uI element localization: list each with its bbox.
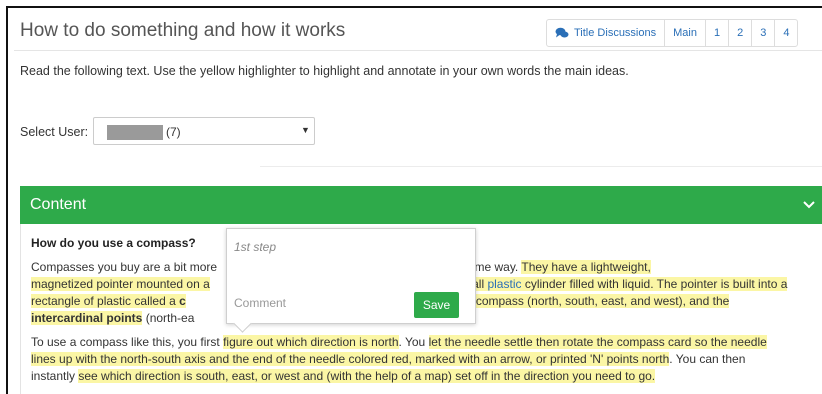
content-panel-header[interactable]: Content <box>20 186 822 224</box>
page-title: How to do something and how it works <box>20 20 346 41</box>
plastic-link[interactable]: plastic <box>487 277 522 291</box>
tab-page-4[interactable]: 4 <box>774 20 797 46</box>
redacted-username <box>107 125 163 140</box>
annotation-popup: 1st step Comment Save <box>226 228 476 333</box>
tab-main[interactable]: Main <box>664 20 705 46</box>
comment-input[interactable]: Comment <box>234 296 286 310</box>
p2-text-c: . You <box>398 335 429 349</box>
highlight-lightweight[interactable]: They have a lightweight, <box>521 260 651 274</box>
tab-page-2[interactable]: 2 <box>728 20 751 46</box>
highlight-figure-north[interactable]: figure out which direction is north <box>223 335 399 349</box>
highlight-intercardinal[interactable]: intercardinal points <box>31 311 143 325</box>
highlight-compass-card[interactable]: c <box>179 294 186 308</box>
paragraph-2: To use a compass like this, you first fi… <box>31 334 791 385</box>
dropdown-caret-icon: ▼ <box>301 125 310 135</box>
p2-text-a: To use a compass like this, you first <box>31 335 224 349</box>
select-user-count: (7) <box>166 125 181 139</box>
tab-bar: Title Discussions Main 1 2 3 4 <box>546 19 799 47</box>
select-user-dropdown[interactable]: (7) ▼ <box>93 117 315 145</box>
header-divider <box>14 50 822 51</box>
tab-page-3[interactable]: 3 <box>751 20 774 46</box>
content-panel-title: Content <box>30 196 87 213</box>
highlight-see-direction[interactable]: see which direction is south, east, or w… <box>78 369 656 383</box>
save-button[interactable]: Save <box>414 292 459 318</box>
tab-title-discussions-label: Title Discussions <box>574 27 657 39</box>
select-user-label: Select User: <box>20 125 89 139</box>
annotation-step-label: 1st step <box>234 240 277 254</box>
p1-text-a: Compasses you buy are a bit more <box>31 260 218 274</box>
tab-page-1[interactable]: 1 <box>704 20 728 46</box>
chat-bubbles-icon <box>555 27 569 38</box>
highlight-of-compass[interactable]: of the compass (north, south, east, and … <box>439 294 730 308</box>
question-heading: How do you use a compass? <box>31 236 196 250</box>
highlight-magnetized[interactable]: magnetized pointer mounted on a <box>31 277 210 291</box>
instructions-text: Read the following text. Use the yellow … <box>20 64 629 78</box>
section-divider <box>260 166 822 167</box>
chevron-down-icon[interactable] <box>802 197 816 211</box>
tab-title-discussions[interactable]: Title Discussions <box>547 20 664 46</box>
p1-text-l: (north-ea <box>142 311 195 325</box>
